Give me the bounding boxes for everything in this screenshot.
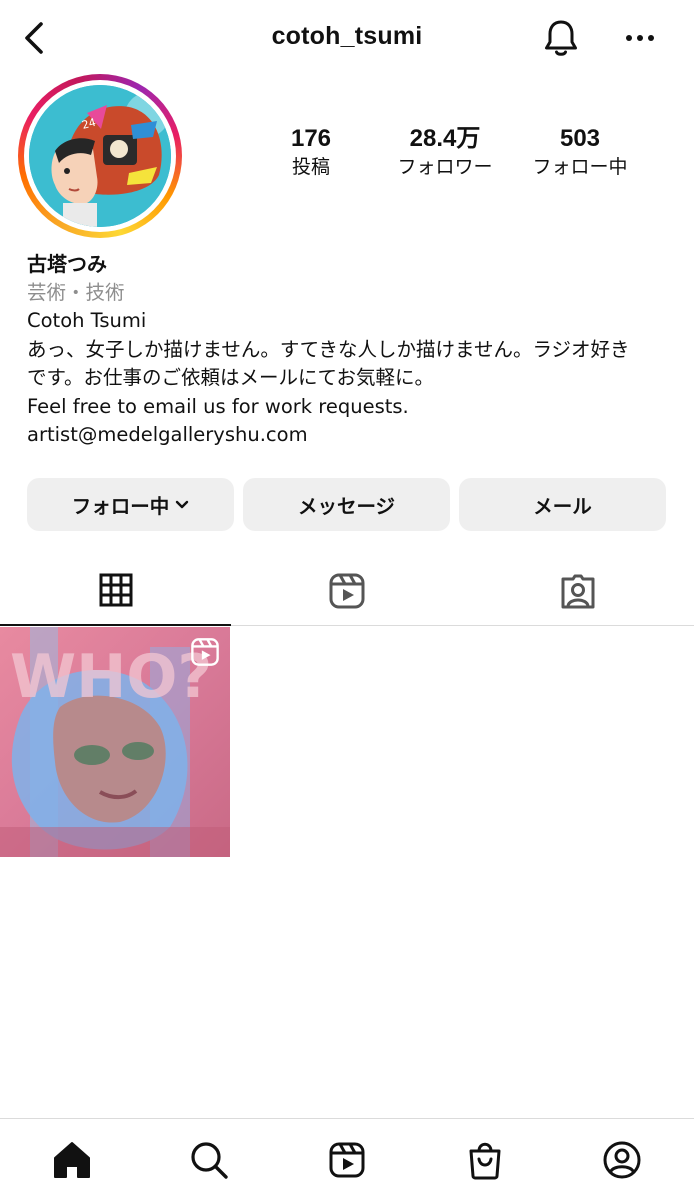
posts-label: 投稿 bbox=[291, 156, 330, 178]
chevron-down-icon bbox=[176, 500, 189, 508]
message-button[interactable]: メッセージ bbox=[243, 478, 450, 531]
tab-tagged[interactable] bbox=[462, 556, 693, 625]
profile-bio: 古塔つみ 芸術・技術 Cotoh Tsumi あっ、女子しか描けません。すてきな… bbox=[27, 250, 677, 450]
message-button-label: メッセージ bbox=[297, 495, 396, 518]
posts-count: 176 bbox=[290, 125, 332, 152]
following-stat[interactable]: 503 フォロー中 bbox=[505, 124, 655, 180]
email-button-label: メール bbox=[533, 495, 592, 518]
bio-line: Cotoh Tsumi bbox=[27, 309, 147, 332]
profile-tabs bbox=[0, 556, 694, 626]
tab-grid[interactable] bbox=[0, 556, 231, 626]
followers-label: フォロワー bbox=[397, 156, 493, 178]
display-name: 古塔つみ bbox=[27, 252, 107, 276]
profile-username: cotoh_tsumi bbox=[271, 22, 423, 50]
nav-reels[interactable] bbox=[324, 1137, 370, 1183]
profile-category: 芸術・技術 bbox=[27, 280, 125, 304]
story-ring[interactable]: 24 bbox=[18, 74, 182, 238]
avatar[interactable]: 24 bbox=[29, 85, 171, 227]
more-dots-icon bbox=[626, 35, 654, 41]
nav-shop[interactable] bbox=[462, 1137, 508, 1183]
followers-count: 28.4万 bbox=[409, 125, 481, 152]
tab-reels[interactable] bbox=[231, 556, 462, 625]
bio-email-link[interactable]: artist@medelgalleryshu.com bbox=[27, 421, 677, 450]
notifications-button[interactable] bbox=[538, 16, 584, 60]
following-button-label: フォロー中 bbox=[71, 495, 170, 518]
reels-icon bbox=[191, 638, 219, 666]
avatar-illustration: 24 bbox=[29, 85, 171, 227]
followers-stat[interactable]: 28.4万 フォロワー bbox=[370, 124, 520, 180]
grid-icon bbox=[99, 573, 132, 607]
reels-icon bbox=[329, 1142, 365, 1178]
svg-text:WHO?: WHO? bbox=[10, 642, 212, 712]
home-icon bbox=[54, 1142, 90, 1178]
posts-stat[interactable]: 176 投稿 bbox=[236, 124, 386, 180]
bell-icon bbox=[545, 20, 577, 56]
post-thumbnail[interactable]: WHO? bbox=[0, 627, 230, 857]
search-icon bbox=[191, 1142, 228, 1179]
following-count: 503 bbox=[559, 125, 601, 152]
nav-search[interactable] bbox=[186, 1137, 232, 1183]
reels-icon bbox=[329, 573, 364, 608]
more-options-button[interactable] bbox=[618, 18, 662, 58]
bio-line: です。お仕事のご依頼はメールにてお気軽に。 bbox=[27, 366, 434, 389]
top-bar: cotoh_tsumi bbox=[0, 0, 694, 76]
following-label: フォロー中 bbox=[532, 156, 628, 178]
profile-icon bbox=[603, 1141, 641, 1179]
tagged-person-icon bbox=[561, 574, 594, 608]
bio-line: Feel free to email us for work requests. bbox=[27, 394, 409, 418]
email-button[interactable]: メール bbox=[459, 478, 666, 531]
bio-line: あっ、女子しか描けません。すてきな人しか描けません。ラジオ好き bbox=[27, 337, 630, 361]
nav-home[interactable] bbox=[49, 1137, 95, 1183]
shop-icon bbox=[469, 1142, 501, 1180]
nav-profile[interactable] bbox=[599, 1137, 645, 1183]
bottom-navigation bbox=[0, 1118, 694, 1200]
following-button[interactable]: フォロー中 bbox=[27, 478, 234, 531]
